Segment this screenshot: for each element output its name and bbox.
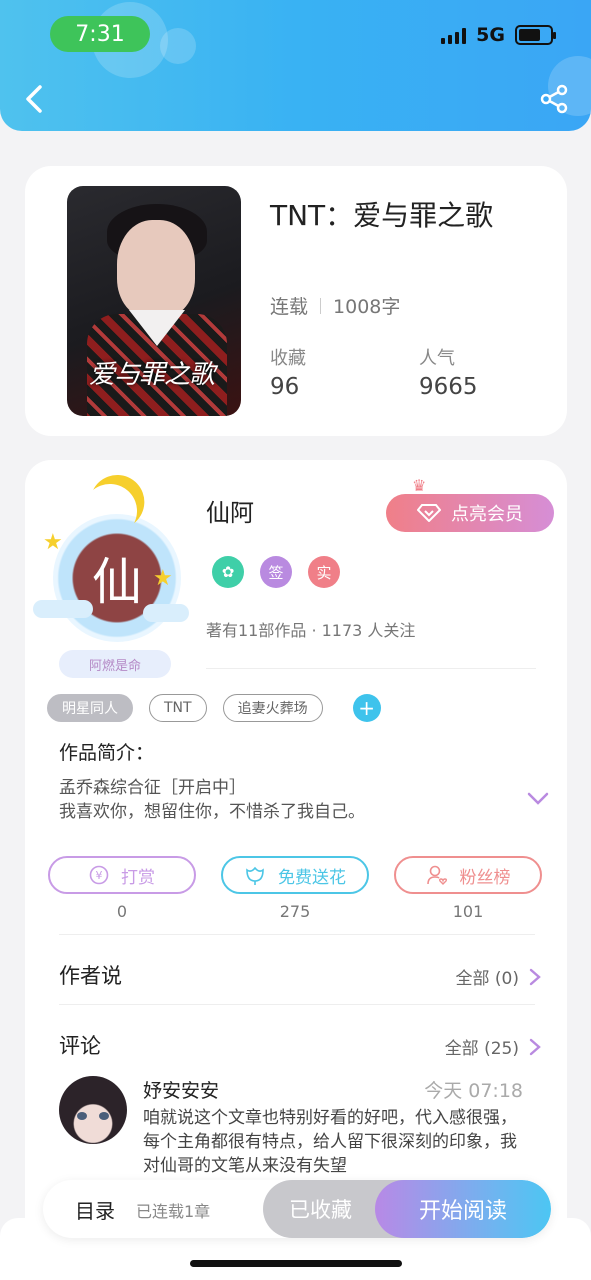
- tag-item[interactable]: TNT: [149, 694, 207, 722]
- status-icons: 5G: [441, 24, 556, 46]
- battery-icon: [515, 25, 556, 45]
- intro-text: 孟乔森综合征［开启中］ 我喜欢你，想留住你，不惜杀了我自己。: [59, 778, 365, 822]
- fans-count: 101: [452, 902, 484, 921]
- divider: [59, 934, 535, 935]
- send-flower-label: 免费送花: [278, 867, 346, 888]
- author-badges: ✿ 签 实: [212, 556, 340, 588]
- intro-title: 作品简介：: [59, 742, 155, 764]
- comment-text[interactable]: 咱就说这个文章也特别好看的好吧，代入感很强，每个主角都很有特点，给人留下很深刻的…: [143, 1106, 533, 1178]
- book-status: 连载: [270, 296, 309, 318]
- comments-all-label: 全部 (25): [444, 1039, 519, 1059]
- book-cover[interactable]: 爱与罪之歌: [67, 186, 241, 416]
- flower-icon: [246, 866, 264, 885]
- author-says-title: 作者说: [59, 964, 122, 988]
- divider: [59, 1004, 535, 1005]
- svg-text:¥: ¥: [96, 869, 103, 882]
- collected-label: 已收藏: [289, 1198, 352, 1222]
- start-reading-label: 开始阅读: [418, 1199, 507, 1224]
- fans-rank-button[interactable]: 粉丝榜: [394, 856, 542, 894]
- network-label: 5G: [476, 24, 505, 46]
- cloud-decor: [33, 600, 93, 618]
- decor-bubble: [160, 28, 196, 64]
- chevron-right-icon: [529, 968, 541, 985]
- star-icon: ★: [43, 530, 63, 555]
- fans-rank-label: 粉丝榜: [459, 867, 511, 888]
- comment-username[interactable]: 妤安安安: [143, 1076, 219, 1103]
- bottom-action-bar: 目录 已连载1章 已收藏 开始阅读: [43, 1180, 551, 1238]
- tag-item[interactable]: 明星同人: [47, 694, 133, 722]
- signal-icon: [441, 26, 467, 44]
- vip-button[interactable]: 点亮会员: [386, 494, 554, 532]
- crown-icon: ♛: [412, 476, 427, 495]
- yen-icon: ¥: [89, 865, 109, 885]
- author-says-all-link[interactable]: 全部 (0): [456, 964, 541, 989]
- home-indicator: [190, 1260, 402, 1267]
- meta-divider: [320, 297, 322, 314]
- real-badge-icon[interactable]: 实: [308, 556, 340, 588]
- vip-button-label: 点亮会员: [451, 504, 523, 525]
- reward-button[interactable]: ¥ 打赏: [48, 856, 196, 894]
- chevron-right-icon: [529, 1038, 541, 1055]
- start-reading-button[interactable]: 开始阅读: [375, 1180, 551, 1238]
- reward-label: 打赏: [121, 867, 155, 888]
- cloud-decor: [143, 604, 189, 622]
- flower-count: 275: [279, 902, 311, 921]
- sign-badge-text: 签: [268, 563, 284, 582]
- top-header: 7:31 5G: [0, 0, 591, 131]
- comment-avatar[interactable]: [59, 1076, 127, 1144]
- share-icon[interactable]: [539, 84, 569, 114]
- comments-all-link[interactable]: 全部 (25): [445, 1034, 541, 1059]
- diamond-icon: [417, 504, 441, 522]
- star-icon: ★: [153, 566, 173, 591]
- author-avatar[interactable]: 仙 ★ ★ 阿燃是命: [33, 474, 193, 678]
- cover-title: 爱与罪之歌: [89, 360, 215, 390]
- book-info-card: 爱与罪之歌 TNT：爱与罪之歌 连载 1008字 收藏 96 人气 9665: [25, 166, 567, 436]
- fans-icon: [426, 865, 447, 885]
- status-time: 7:31: [50, 16, 150, 52]
- toc-button[interactable]: 目录: [75, 1195, 115, 1224]
- chevron-down-icon[interactable]: [527, 792, 549, 806]
- author-card: 仙 ★ ★ 阿燃是命 仙阿 ♛ 点亮会员 ✿ 签 实 著有11部作品 · 117…: [25, 460, 567, 1280]
- popularity-label: 人气: [419, 348, 455, 369]
- tag-item[interactable]: 追妻火葬场: [222, 694, 323, 722]
- flower-badge-icon[interactable]: ✿: [212, 556, 244, 588]
- book-title: TNT：爱与罪之歌: [270, 199, 494, 232]
- chevron-left-icon[interactable]: [22, 84, 46, 114]
- book-meta: 连载 1008字: [270, 292, 400, 319]
- real-badge-text: 实: [316, 563, 332, 582]
- tag-list: 明星同人 TNT 追妻火葬场 +: [47, 694, 381, 722]
- author-stats: 著有11部作品 · 1173 人关注: [206, 621, 416, 640]
- favorites-value: 96: [270, 374, 300, 400]
- divider: [206, 668, 536, 669]
- reward-count: 0: [116, 902, 128, 921]
- author-name[interactable]: 仙阿: [206, 493, 254, 528]
- popularity-value: 9665: [419, 374, 478, 400]
- nickname-badge: 阿燃是命: [59, 650, 171, 678]
- author-says-all-label: 全部 (0): [455, 969, 519, 989]
- book-word-count: 1008字: [333, 296, 401, 318]
- comment-time: 今天 07:18: [424, 1080, 523, 1102]
- comments-title: 评论: [59, 1034, 101, 1058]
- toc-status: 已连载1章: [136, 1202, 211, 1221]
- add-tag-button[interactable]: +: [352, 694, 381, 722]
- favorites-label: 收藏: [270, 348, 306, 369]
- send-flower-button[interactable]: 免费送花: [221, 856, 369, 894]
- sign-badge-icon[interactable]: 签: [260, 556, 292, 588]
